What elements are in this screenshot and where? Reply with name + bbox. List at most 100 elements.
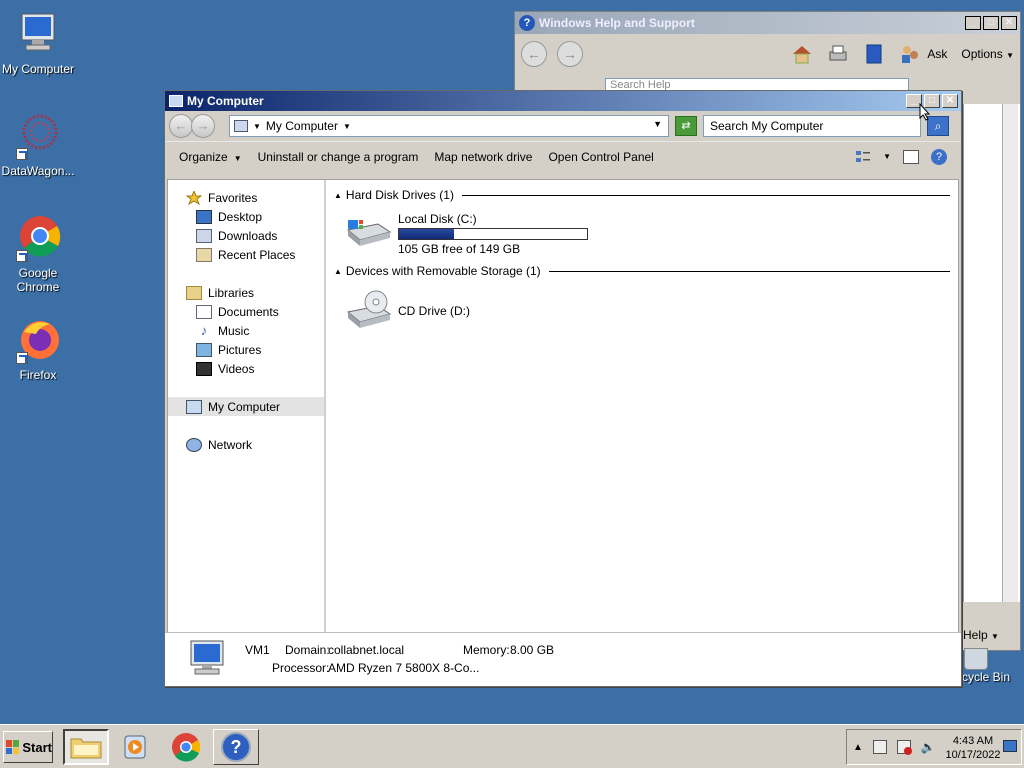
view-options-dropdown-icon[interactable]: ▼ [883, 152, 891, 161]
uninstall-program-button[interactable]: Uninstall or change a program [258, 150, 419, 164]
drive-d-name: CD Drive (D:) [398, 304, 470, 318]
network-tray-icon[interactable] [872, 740, 887, 754]
nav-recent-places[interactable]: Recent Places [168, 245, 324, 264]
preview-pane-icon[interactable] [903, 149, 919, 164]
help-icon[interactable]: ? [931, 148, 947, 165]
forward-button[interactable]: → [191, 114, 215, 138]
help-ask-icon[interactable] [899, 43, 921, 65]
desktop-icon-chrome[interactable]: Google Chrome [0, 214, 76, 294]
organize-button[interactable]: Organize ▼ [179, 150, 242, 164]
breadcrumb-chevron-icon[interactable]: ▼ [343, 122, 351, 131]
change-view-icon[interactable] [855, 150, 871, 164]
help-options-menu[interactable]: Options ▼ [961, 47, 1014, 61]
desktop-icon-recycle-bin[interactable]: cycle Bin [962, 648, 1022, 684]
taskbar-explorer-button[interactable] [63, 729, 109, 765]
nav-videos[interactable]: Videos [168, 359, 324, 378]
breadcrumb-my-computer[interactable]: My Computer [266, 119, 338, 133]
open-control-panel-button[interactable]: Open Control Panel [548, 150, 653, 164]
details-computer-name: VM1 [245, 643, 270, 657]
help-menu[interactable]: Help ▼ [963, 628, 999, 642]
drive-c-name: Local Disk (C:) [398, 212, 477, 226]
help-forward-button[interactable]: → [557, 41, 583, 67]
computer-small-icon [234, 120, 248, 132]
navigation-pane: Favorites Desktop Downloads Recent Place… [168, 180, 326, 632]
recycle-bin-icon [964, 648, 988, 670]
nav-music[interactable]: ♪ Music [168, 321, 324, 340]
libraries-icon [186, 285, 202, 300]
desktop-icon-my-computer[interactable]: My Computer [0, 10, 76, 76]
command-bar: Organize ▼ Uninstall or change a program … [165, 141, 961, 171]
help-question-icon: ? [519, 15, 535, 31]
details-pane: VM1 Domain: collabnet.local Memory: 8.00… [165, 632, 961, 686]
drive-local-disk-c[interactable]: Local Disk (C:) 105 GB free of 149 GB [344, 210, 950, 256]
nav-pictures-label: Pictures [218, 342, 262, 357]
details-memory-label: Memory: [463, 643, 510, 657]
help-browse-icon[interactable] [863, 43, 885, 65]
drive-cd-d[interactable]: CD Drive (D:) [344, 290, 950, 330]
system-tray: ▲ 🔈 4:43 AM 10/17/2022 [846, 729, 1022, 765]
nav-libraries[interactable]: Libraries [168, 283, 324, 302]
taskbar-media-player-button[interactable] [112, 729, 158, 765]
group-removable-storage[interactable]: ▲ Devices with Removable Storage (1) [334, 262, 950, 280]
group-divider [548, 270, 950, 272]
help-scrollbar[interactable] [1002, 104, 1018, 602]
help-menu-label: Help [963, 628, 988, 642]
action-center-icon[interactable] [896, 740, 912, 755]
chrome-icon [14, 214, 62, 262]
help-back-button[interactable]: ← [521, 41, 547, 67]
nav-downloads[interactable]: Downloads [168, 226, 324, 245]
nav-music-label: Music [218, 323, 250, 338]
group-divider [461, 194, 950, 196]
start-button[interactable]: Start [3, 731, 53, 763]
clock[interactable]: 4:43 AM 10/17/2022 [941, 734, 1005, 762]
taskbar-help-button[interactable]: ? [213, 729, 259, 765]
show-hidden-icons-button[interactable]: ▲ [853, 742, 863, 753]
explorer-titlebar[interactable]: My Computer _ □ ✕ [165, 91, 961, 111]
help-maximize-button[interactable]: □ [983, 16, 999, 30]
help-home-icon[interactable] [791, 43, 813, 65]
help-ask-label[interactable]: Ask [927, 47, 947, 61]
desktop-icon-datawagon[interactable]: DataWagon... [0, 112, 76, 178]
map-network-drive-button[interactable]: Map network drive [434, 150, 532, 164]
address-dropdown-icon[interactable]: ▼ [653, 119, 662, 129]
nav-network[interactable]: Network [168, 435, 324, 454]
taskbar-chrome-button[interactable] [163, 729, 209, 765]
clock-time: 4:43 AM [952, 735, 994, 747]
nav-recent-places-label: Recent Places [218, 247, 296, 262]
nav-favorites-label: Favorites [208, 190, 258, 205]
back-button[interactable]: ← [169, 114, 193, 138]
nav-desktop[interactable]: Desktop [168, 207, 324, 226]
show-desktop-button[interactable] [1003, 740, 1017, 752]
nav-pictures[interactable]: Pictures [168, 340, 324, 359]
nav-my-computer[interactable]: My Computer [168, 397, 324, 416]
explorer-window[interactable]: My Computer _ □ ✕ ← → ▼ My Computer ▼ ▼ … [164, 90, 962, 687]
help-minimize-button[interactable]: _ [965, 16, 981, 30]
desktop-icon-firefox[interactable]: Firefox [0, 316, 76, 382]
collapse-triangle-icon: ▲ [334, 266, 342, 276]
recycle-bin-label: cycle Bin [962, 670, 1011, 684]
videos-icon [196, 361, 212, 376]
details-memory-value: 8.00 GB [510, 643, 555, 657]
details-domain-value: collabnet.local [328, 643, 405, 657]
help-window-titlebar[interactable]: ? Windows Help and Support _ □ ✕ [515, 12, 1020, 34]
address-bar[interactable]: ▼ My Computer ▼ ▼ [229, 115, 669, 137]
explorer-window-title: My Computer [187, 94, 264, 108]
help-print-icon[interactable] [827, 43, 849, 65]
datawagon-icon [14, 112, 62, 160]
search-input[interactable]: Search My Computer [703, 115, 921, 137]
volume-icon[interactable]: 🔈 [921, 740, 936, 754]
refresh-button[interactable]: ⇄ [675, 116, 697, 136]
group-hard-disk-drives[interactable]: ▲ Hard Disk Drives (1) [334, 186, 950, 204]
close-button[interactable]: ✕ [942, 94, 958, 108]
help-close-button[interactable]: ✕ [1001, 16, 1017, 30]
shortcut-arrow-icon [16, 250, 28, 262]
firefox-icon [14, 316, 62, 364]
nav-documents[interactable]: Documents [168, 302, 324, 321]
shortcut-arrow-icon [16, 352, 28, 364]
help-toolbar: ← → Ask Options ▼ [515, 34, 1020, 74]
breadcrumb-chevron-icon[interactable]: ▼ [253, 122, 261, 131]
nav-documents-label: Documents [218, 304, 279, 319]
nav-favorites[interactable]: Favorites [168, 188, 324, 207]
shortcut-arrow-icon [16, 148, 28, 160]
group-removable-label: Devices with Removable Storage (1) [345, 264, 541, 278]
